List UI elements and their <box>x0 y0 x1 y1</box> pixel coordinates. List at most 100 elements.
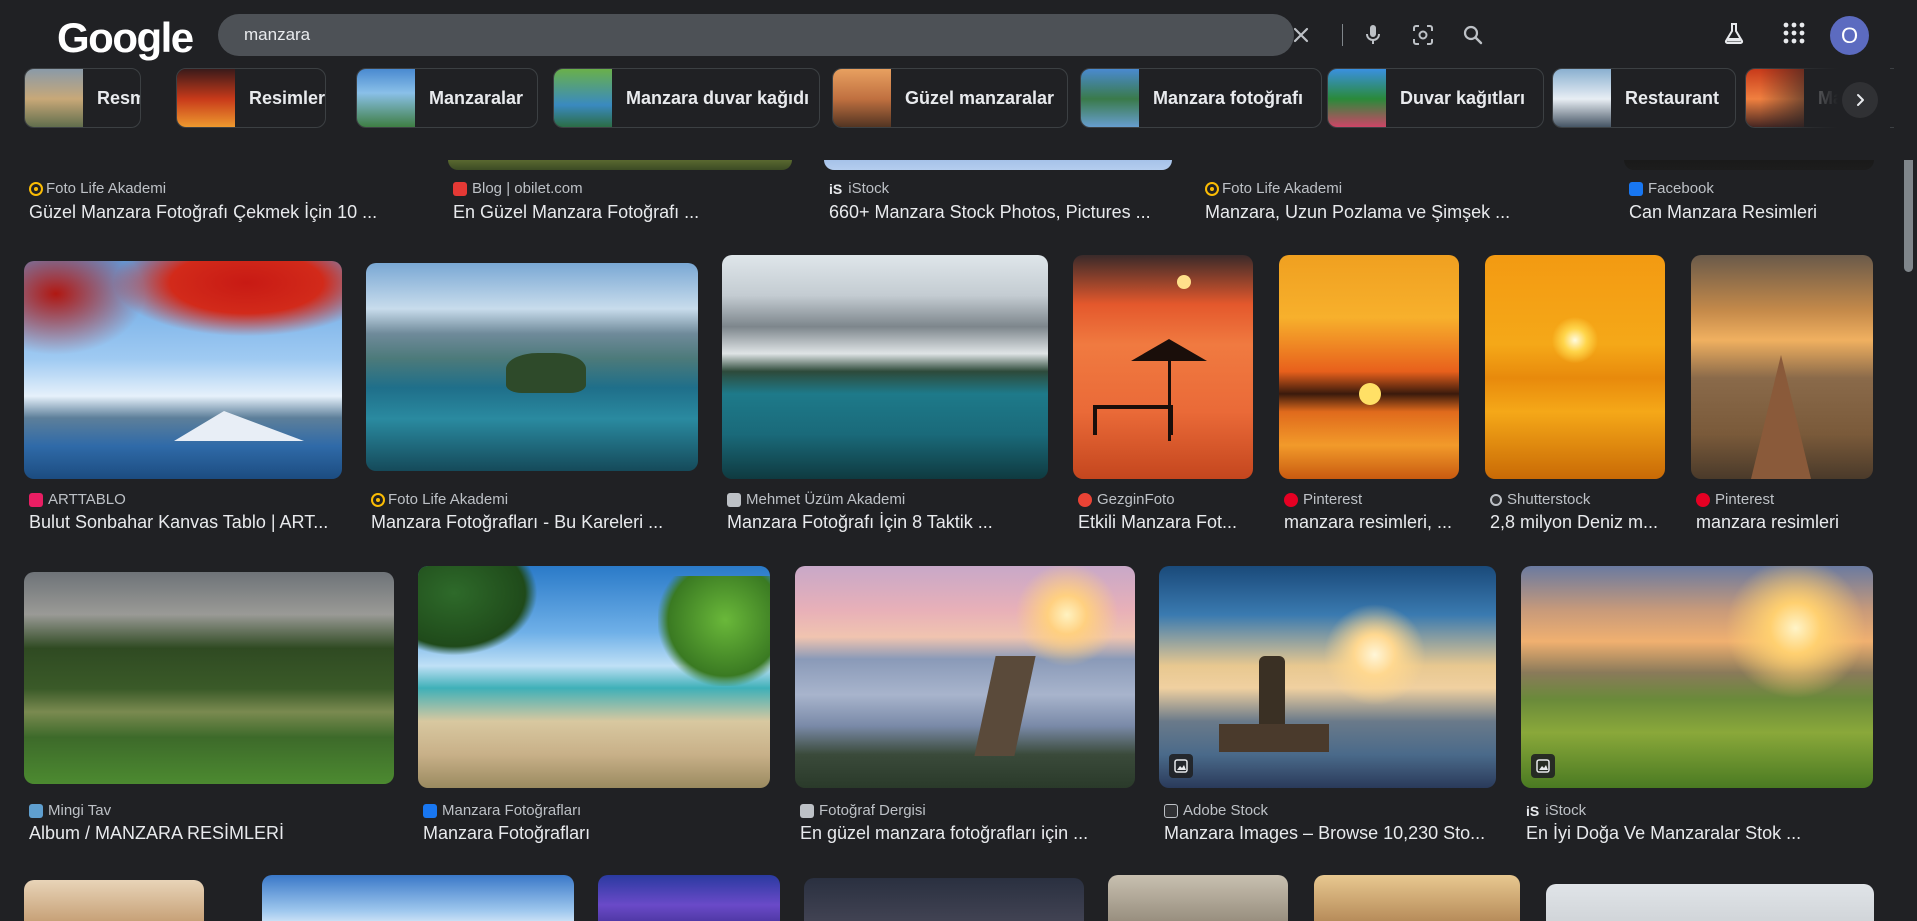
chevron-right-icon[interactable] <box>1842 82 1878 118</box>
result-title[interactable]: Album / MANZARA RESİMLERİ <box>29 823 393 844</box>
search-input[interactable] <box>244 14 1044 56</box>
result-image[interactable] <box>1691 255 1873 479</box>
result-image[interactable] <box>1546 884 1874 921</box>
chip-thumbnail <box>554 69 612 127</box>
result-title[interactable]: Manzara Fotoğrafı İçin 8 Taktik ... <box>727 512 1047 533</box>
facebook-favicon <box>1629 181 1643 196</box>
result-image[interactable] <box>1314 875 1520 921</box>
foto-life-akademi-favicon <box>1207 183 1217 194</box>
result-card[interactable]: Foto Life Akademi Manzara Fotoğrafları -… <box>366 255 698 535</box>
result-image[interactable] <box>366 263 698 471</box>
avatar[interactable]: O <box>1830 16 1869 55</box>
search-icon[interactable] <box>1460 22 1486 48</box>
palm-shape <box>418 566 538 656</box>
chip-thumbnail <box>177 69 235 127</box>
result-card[interactable]: Mingi Tav Album / MANZARA RESİMLERİ <box>24 566 394 846</box>
chip-duvar-kagitlari[interactable]: Duvar kağıtları <box>1327 68 1544 128</box>
pinterest-favicon <box>1284 492 1298 507</box>
result-title[interactable]: En Güzel Manzara Fotoğrafı ... <box>453 202 783 223</box>
result-title[interactable]: Manzara Fotoğrafları - Bu Kareleri ... <box>371 512 697 533</box>
header: Google O <box>0 0 1917 160</box>
chip-thumbnail <box>833 69 891 127</box>
result-image[interactable] <box>1279 255 1459 479</box>
result-source: Shutterstock <box>1507 491 1591 508</box>
pinterest-favicon <box>1696 492 1710 507</box>
result-title[interactable]: Can Manzara Resimleri <box>1629 202 1869 223</box>
search-bar[interactable] <box>218 14 1483 56</box>
chip-restaurant[interactable]: Restaurant <box>1552 68 1736 128</box>
result-title[interactable]: Manzara Images – Browse 10,230 Sto... <box>1164 823 1495 844</box>
island-shape <box>506 353 586 393</box>
result-image[interactable] <box>1485 255 1665 479</box>
result-card[interactable]: Fotoğraf Dergisi En güzel manzara fotoğr… <box>795 566 1135 846</box>
chip-manzara-duvar-kagidi[interactable]: Manzara duvar kağıdı <box>553 68 820 128</box>
result-image[interactable] <box>24 572 394 784</box>
chip-manzaralar[interactable]: Manzaralar <box>356 68 538 128</box>
result-source: Foto Life Akademi <box>1222 180 1343 197</box>
result-card[interactable]: Pinterest manzara resimleri, ... <box>1279 255 1459 535</box>
result-image[interactable] <box>722 255 1048 479</box>
result-image[interactable] <box>598 875 780 921</box>
facebook-favicon <box>423 803 437 818</box>
result-title[interactable]: En İyi Doğa Ve Manzaralar Stok ... <box>1526 823 1872 844</box>
close-icon[interactable] <box>1288 22 1314 48</box>
result-image[interactable] <box>795 566 1135 788</box>
result-source: Manzara Fotoğrafları <box>442 802 582 819</box>
adobe-stock-favicon <box>1164 803 1178 818</box>
result-title[interactable]: 2,8 milyon Deniz m... <box>1490 512 1662 533</box>
result-image[interactable] <box>24 880 204 921</box>
search-divider <box>1342 24 1343 46</box>
result-card[interactable]: iS iStock En İyi Doğa Ve Manzaralar Stok … <box>1521 566 1873 846</box>
result-card[interactable]: Shutterstock 2,8 milyon Deniz m... <box>1485 255 1665 535</box>
result-title[interactable]: manzara resimleri <box>1696 512 1872 533</box>
boardwalk-shape <box>1751 355 1811 479</box>
result-image[interactable] <box>1159 566 1496 788</box>
google-logo[interactable]: Google <box>57 14 194 62</box>
chip-resimleri[interactable]: Resimleri <box>176 68 326 128</box>
result-card[interactable]: GezginFoto Etkili Manzara Fot... <box>1073 255 1253 535</box>
result-title[interactable]: Manzara, Uzun Pozlama ve Şimşek ... <box>1205 202 1595 223</box>
result-title[interactable]: manzara resimleri, ... <box>1284 512 1456 533</box>
foto-life-akademi-favicon <box>31 183 41 194</box>
result-image[interactable] <box>418 566 770 788</box>
result-card[interactable]: Adobe Stock Manzara Images – Browse 10,2… <box>1159 566 1496 846</box>
lens-icon[interactable] <box>1410 22 1436 48</box>
labs-flask-icon[interactable] <box>1720 19 1748 47</box>
result-image[interactable] <box>24 261 342 479</box>
chip-resmi[interactable]: Resmi <box>24 68 141 128</box>
result-title[interactable]: Bulut Sonbahar Kanvas Tablo | ART... <box>29 512 339 533</box>
chip-thumbnail <box>1553 69 1611 127</box>
result-card[interactable]: ARTTABLO Bulut Sonbahar Kanvas Tablo | A… <box>24 255 342 535</box>
mehmet-uzum-favicon <box>727 492 741 507</box>
result-image[interactable] <box>1108 875 1288 921</box>
result-title[interactable]: Güzel Manzara Fotoğrafı Çekmek İçin 10 .… <box>29 202 419 223</box>
chip-thumbnail <box>357 69 415 127</box>
image-search-page: Foto Life Akademi Güzel Manzara Fotoğraf… <box>0 0 1917 921</box>
scrollbar[interactable] <box>1900 60 1917 921</box>
result-card[interactable]: Manzara Fotoğrafları Manzara Fotoğraflar… <box>418 566 770 846</box>
result-source: iStock <box>848 180 890 197</box>
chip-label: Resmi <box>97 88 140 108</box>
result-title[interactable]: En güzel manzara fotoğrafları için ... <box>800 823 1134 844</box>
result-card[interactable]: Mehmet Üzüm Akademi Manzara Fotoğrafı İç… <box>722 255 1048 535</box>
chip-label: Resimleri <box>249 88 326 108</box>
result-source: Pinterest <box>1303 491 1363 508</box>
result-title[interactable]: Manzara Fotoğrafları <box>423 823 769 844</box>
chip-label: Duvar kağıtları <box>1400 88 1526 108</box>
image-badge-icon <box>1531 754 1555 778</box>
image-badge-icon <box>1169 754 1193 778</box>
gezginfoto-favicon <box>1078 492 1092 507</box>
microphone-icon[interactable] <box>1360 22 1386 48</box>
result-image[interactable] <box>1073 255 1253 479</box>
result-image[interactable] <box>262 875 574 921</box>
result-image[interactable] <box>804 878 1084 921</box>
chip-guzel-manzaralar[interactable]: Güzel manzaralar <box>832 68 1068 128</box>
result-card[interactable]: Pinterest manzara resimleri <box>1691 255 1873 535</box>
apps-grid-icon[interactable] <box>1780 19 1808 47</box>
chip-label: Restaurant <box>1625 88 1720 108</box>
result-image[interactable] <box>1521 566 1873 788</box>
result-source: GezginFoto <box>1097 491 1175 508</box>
result-title[interactable]: Etkili Manzara Fot... <box>1078 512 1250 533</box>
result-title[interactable]: 660+ Manzara Stock Photos, Pictures ... <box>829 202 1169 223</box>
chip-manzara-fotografi[interactable]: Manzara fotoğrafı <box>1080 68 1322 128</box>
